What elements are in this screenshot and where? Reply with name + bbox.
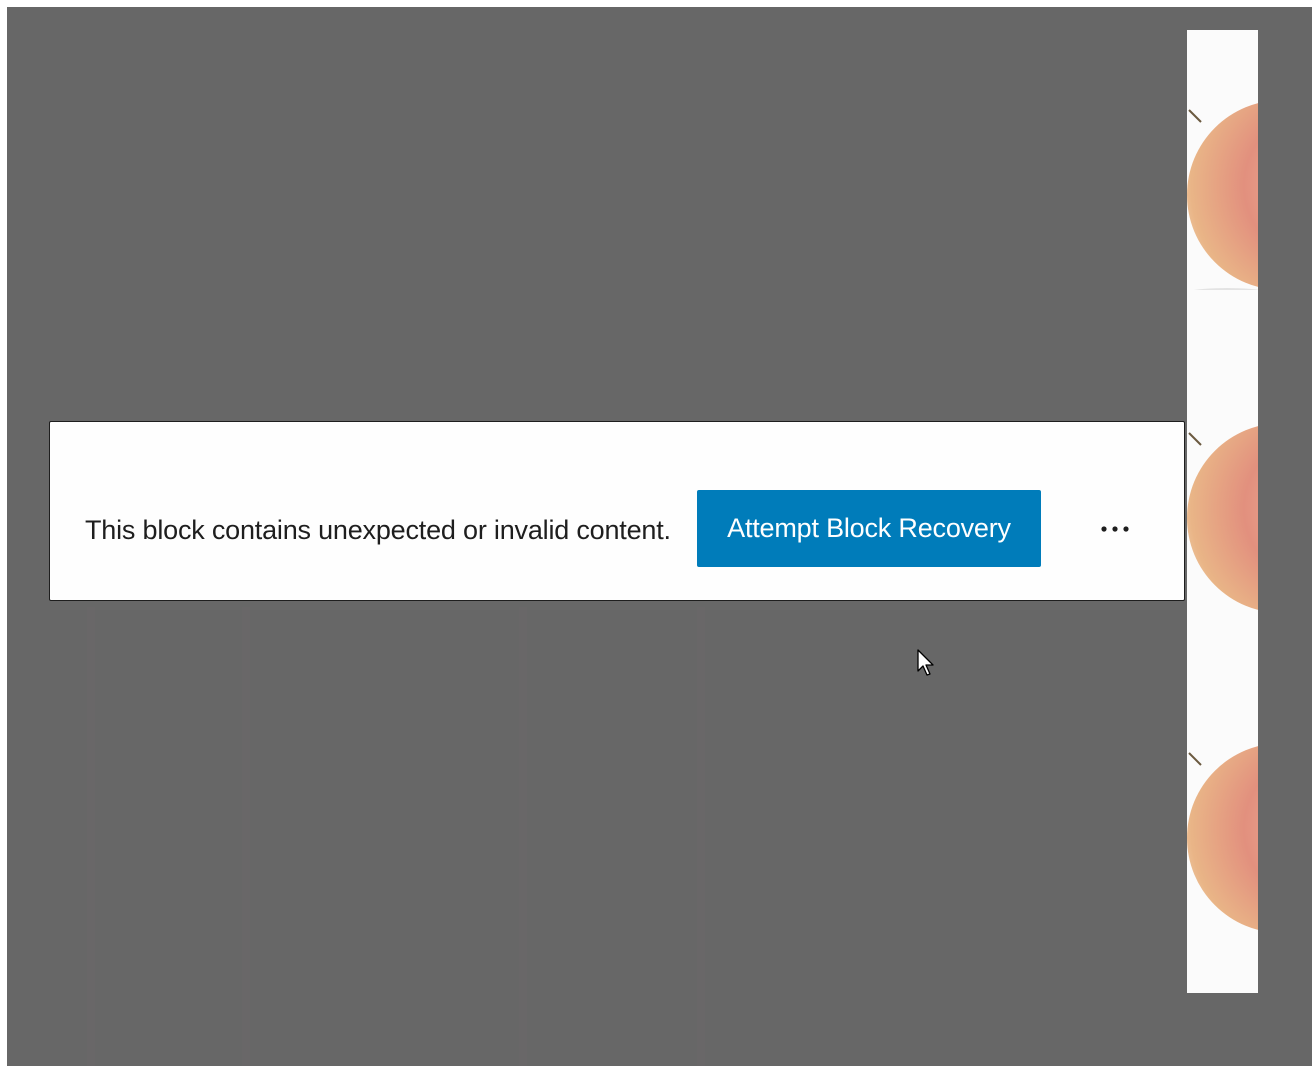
apple-image-strip: [1187, 30, 1258, 993]
apple-image: [1187, 103, 1258, 290]
background-stripe: [242, 607, 250, 1066]
background-stripe: [87, 607, 95, 1066]
background-stripe: [697, 607, 705, 1066]
apple-image: [1187, 746, 1258, 930]
invalid-block-message: This block contains unexpected or invali…: [85, 515, 671, 545]
more-options-button[interactable]: [1080, 502, 1150, 557]
apple-image: [1187, 426, 1258, 610]
mouse-pointer-icon: [917, 649, 934, 676]
invalid-block-notice: This block contains unexpected or invali…: [49, 421, 1185, 601]
editor-canvas: This block contains unexpected or invali…: [7, 7, 1312, 1066]
attempt-block-recovery-button[interactable]: Attempt Block Recovery: [697, 490, 1041, 567]
ellipsis-icon: [1101, 526, 1129, 532]
background-stripe: [519, 607, 527, 1066]
